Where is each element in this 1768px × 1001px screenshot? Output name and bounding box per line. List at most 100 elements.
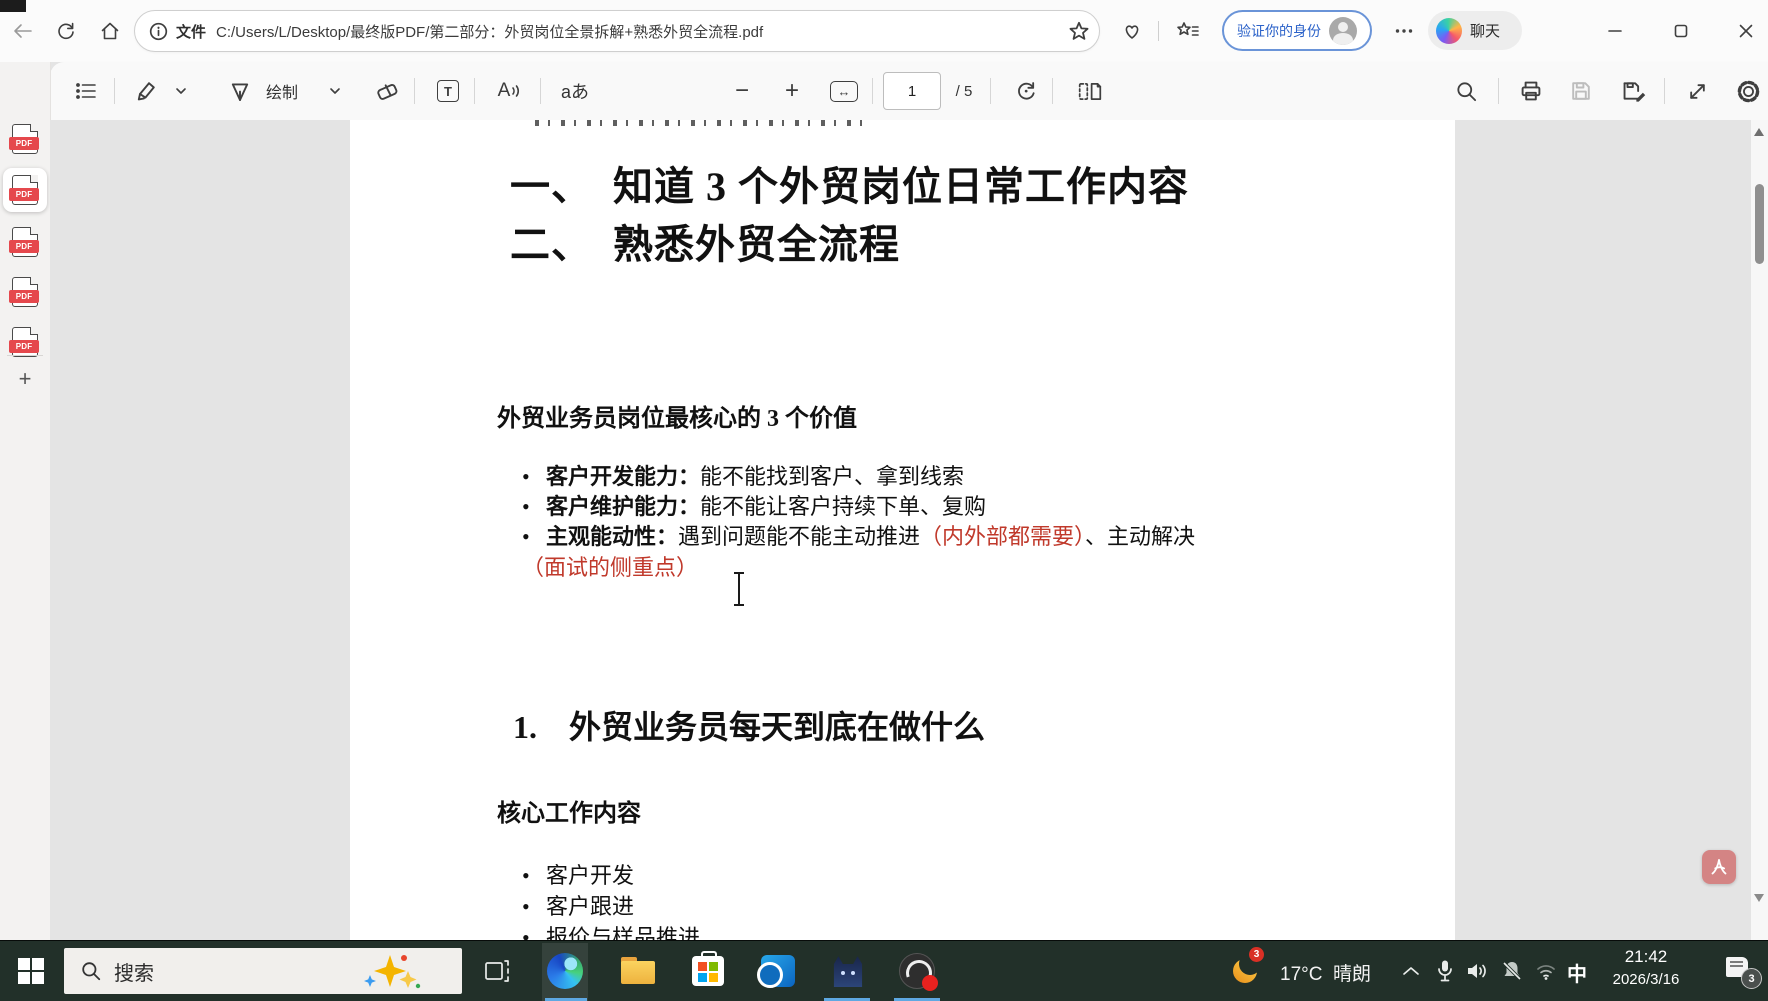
daily-title: 1. 外贸业务员每天到底在做什么 xyxy=(513,702,985,748)
highlighter-button[interactable] xyxy=(126,62,166,120)
edge-icon xyxy=(547,953,583,989)
expand-icon xyxy=(1686,80,1709,103)
favorites-bar-button[interactable] xyxy=(1173,16,1203,46)
eraser-icon xyxy=(375,79,401,103)
pdf-tab-1[interactable]: PDF xyxy=(3,119,47,159)
rotate-icon xyxy=(1015,80,1038,103)
volume-tray-button[interactable] xyxy=(1462,952,1492,990)
browser-toolbar: 文件 C:/Users/L/Desktop/最终版PDF/第二部分：外贸岗位全景… xyxy=(0,0,1768,62)
pdf-viewer[interactable]: 一、 知道 3 个外贸岗位日常工作内容 二、 熟悉外贸全流程 外贸业务员岗位最核… xyxy=(50,120,1751,940)
pdf-tab-5[interactable]: PDF xyxy=(3,322,47,362)
cat-app-button[interactable] xyxy=(829,952,867,990)
scrollbar-thumb[interactable] xyxy=(1755,184,1764,264)
taskbar-search-box[interactable]: 搜索 xyxy=(64,948,462,994)
copilot-chat-button[interactable]: 聊天 xyxy=(1428,11,1522,50)
home-button[interactable] xyxy=(95,16,125,46)
file-explorer-button[interactable] xyxy=(619,952,657,990)
scroll-up-arrow-icon[interactable] xyxy=(1754,128,1764,136)
address-url-text: C:/Users/L/Desktop/最终版PDF/第二部分：外贸岗位全景拆解+… xyxy=(216,21,1069,42)
clock[interactable]: 21:42 2026/3/16 xyxy=(1596,947,1696,988)
browser-essentials-button[interactable] xyxy=(1117,16,1147,46)
screen: 文件 C:/Users/L/Desktop/最终版PDF/第二部分：外贸岗位全景… xyxy=(0,0,1768,1001)
list-item: 客户维护能力：能不能让客户持续下单、复购 xyxy=(518,492,1195,522)
toolbar-separator xyxy=(990,78,991,104)
save-icon xyxy=(1569,79,1593,103)
ime-indicator[interactable]: 中 xyxy=(1567,958,1587,987)
fit-to-width-button[interactable]: ↔ xyxy=(826,62,862,120)
list-item: 客户跟进 xyxy=(518,891,700,922)
pdf-tab-2-active[interactable]: PDF xyxy=(3,168,47,212)
draw-pen-button[interactable] xyxy=(222,62,258,120)
table-of-contents-button[interactable] xyxy=(66,62,106,120)
save-button[interactable] xyxy=(1560,62,1602,120)
pdf-tab-4[interactable]: PDF xyxy=(3,272,47,312)
store-icon xyxy=(692,956,724,986)
notifications-off-tray-button[interactable] xyxy=(1496,952,1528,990)
pdf-toolbar: 绘制 T A aあ − + ↔ xyxy=(50,62,1768,121)
new-tab-button[interactable]: + xyxy=(10,364,40,394)
settings-more-button[interactable] xyxy=(1389,16,1419,46)
back-button[interactable] xyxy=(7,16,37,46)
tray-overflow-button[interactable] xyxy=(1396,952,1426,990)
add-text-button[interactable]: T xyxy=(428,62,468,120)
outlook-button[interactable] xyxy=(759,952,797,990)
copilot-chat-label: 聊天 xyxy=(1470,20,1500,41)
rotate-page-button[interactable] xyxy=(1006,62,1046,120)
obs-studio-button[interactable] xyxy=(898,952,936,990)
taskbar: 搜索 xyxy=(0,940,1768,1001)
toolbar-separator xyxy=(1498,78,1499,104)
eraser-button[interactable] xyxy=(368,62,408,120)
task-view-button[interactable] xyxy=(478,952,516,990)
text-box-icon: T xyxy=(437,80,459,102)
refresh-button[interactable] xyxy=(51,16,81,46)
list-item: 客户开发 xyxy=(518,860,700,891)
acrobat-extension-button[interactable] xyxy=(1702,850,1736,884)
start-button[interactable] xyxy=(18,958,44,984)
values-title: 外贸业务员岗位最核心的 3 个价值 xyxy=(497,398,857,433)
print-button[interactable] xyxy=(1510,62,1552,120)
window-minimize-button[interactable] xyxy=(1600,16,1630,46)
vertical-tab-strip: PDF PDF PDF PDF PDF + xyxy=(0,62,51,940)
screen-corner-artifact xyxy=(0,0,26,12)
weather-button[interactable]: 3 xyxy=(1233,955,1261,983)
draw-label[interactable]: 绘制 xyxy=(256,62,308,120)
speaker-icon xyxy=(1465,960,1489,982)
microphone-tray-button[interactable] xyxy=(1430,952,1460,990)
microsoft-store-button[interactable] xyxy=(689,952,727,990)
pdf-file-icon: PDF xyxy=(12,124,38,154)
translate-button[interactable]: aあ xyxy=(552,62,598,120)
search-placeholder: 搜索 xyxy=(114,957,154,986)
fullscreen-button[interactable] xyxy=(1676,62,1718,120)
zoom-out-button[interactable]: − xyxy=(724,62,760,120)
scrollbar[interactable] xyxy=(1751,120,1768,940)
network-tray-button[interactable] xyxy=(1530,952,1562,990)
chevron-down-icon xyxy=(328,84,342,98)
verify-identity-button[interactable]: 验证你的身份 xyxy=(1222,10,1372,51)
taskbar-edge-button[interactable] xyxy=(546,952,584,990)
page-view-button[interactable] xyxy=(1068,62,1112,120)
folder-icon xyxy=(620,957,656,985)
highlighter-icon xyxy=(134,79,158,103)
pdf-tab-3[interactable]: PDF xyxy=(3,222,47,262)
pdf-settings-button[interactable] xyxy=(1726,62,1768,120)
draw-pen-icon xyxy=(228,79,252,103)
zoom-in-button[interactable]: + xyxy=(774,62,810,120)
window-close-button[interactable] xyxy=(1731,16,1761,46)
weather-text[interactable]: 17°C 晴朗 xyxy=(1280,959,1371,986)
notification-center-button[interactable]: 3 xyxy=(1726,955,1756,985)
scroll-down-arrow-icon[interactable] xyxy=(1754,894,1764,902)
read-aloud-button[interactable]: A xyxy=(488,62,532,120)
highlighter-options-button[interactable] xyxy=(168,62,194,120)
pdf-search-button[interactable] xyxy=(1446,62,1486,120)
save-as-button[interactable] xyxy=(1612,62,1656,120)
list-item: 报价与样品推进 xyxy=(518,922,700,940)
page-number-input[interactable] xyxy=(883,72,941,110)
address-bar[interactable]: 文件 C:/Users/L/Desktop/最终版PDF/第二部分：外贸岗位全景… xyxy=(134,10,1100,52)
favorite-star-icon[interactable] xyxy=(1069,21,1089,41)
draw-options-button[interactable] xyxy=(322,62,348,120)
cat-app-icon xyxy=(832,955,864,987)
verify-identity-label: 验证你的身份 xyxy=(1237,21,1321,41)
pdf-file-icon: PDF xyxy=(12,227,38,257)
profile-avatar xyxy=(1329,17,1357,45)
window-maximize-button[interactable] xyxy=(1666,16,1696,46)
